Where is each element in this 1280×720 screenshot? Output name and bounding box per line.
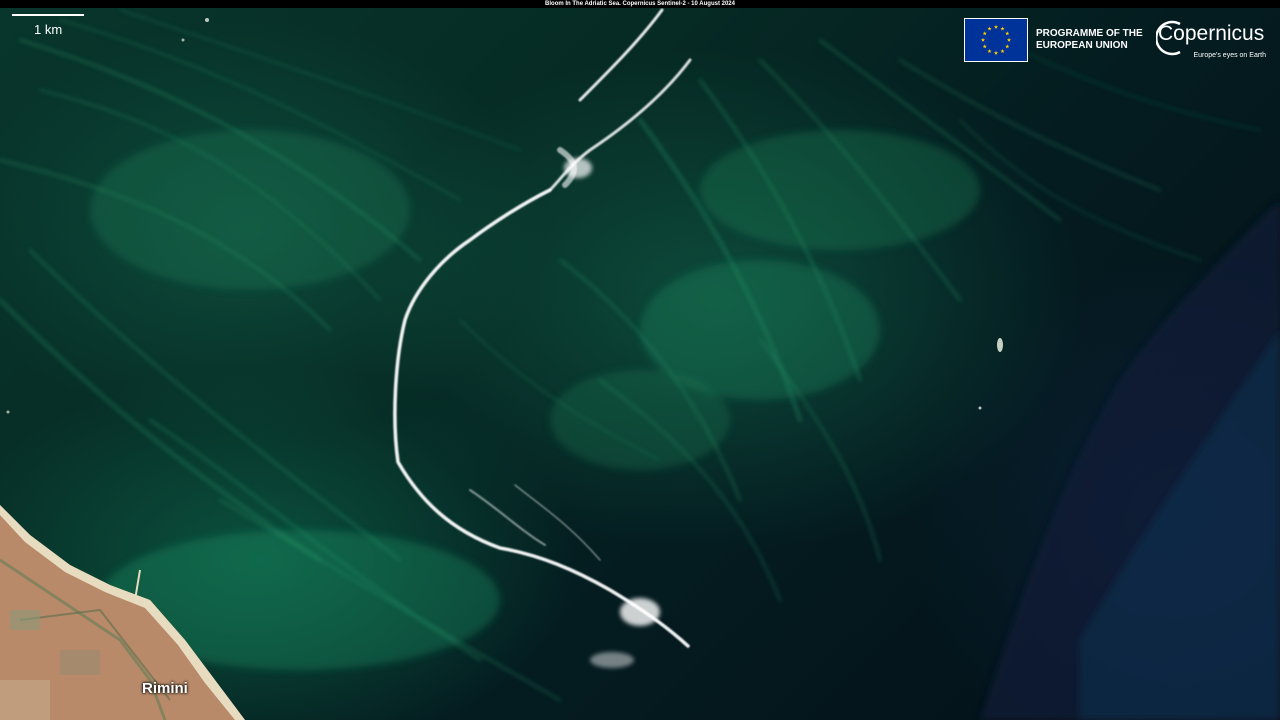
eu-star-icon: [982, 31, 987, 36]
city-label-rimini: Rimini: [142, 680, 188, 697]
eu-star-icon: [980, 37, 986, 42]
bloom-patches: [90, 130, 980, 670]
programme-line-1: PROGRAMME OF THE: [1036, 28, 1143, 39]
sea-surface: [0, 8, 1280, 720]
copernicus-logo: Copernicus Europe's eyes on Earth: [1156, 18, 1268, 62]
copernicus-tagline: Europe's eyes on Earth: [1193, 52, 1266, 59]
logo-area: PROGRAMME OF THE EUROPEAN UNION Copernic…: [964, 18, 1268, 62]
eu-star-icon: [1005, 44, 1010, 49]
image-caption: Bloom In The Adriatic Sea. Copernicus Se…: [0, 0, 1280, 8]
eu-star-icon: [1000, 26, 1005, 31]
copernicus-wordmark: Copernicus: [1158, 22, 1265, 45]
eu-flag-icon: [964, 18, 1028, 62]
eu-star-icon: [1006, 37, 1012, 42]
eu-star-icon: [987, 26, 992, 31]
programme-line-2: EUROPEAN UNION: [1036, 40, 1128, 51]
eu-star-icon: [993, 24, 999, 29]
eu-stars: [980, 24, 1012, 55]
scale-bar: 1 km: [12, 14, 84, 37]
scale-bar-label: 1 km: [34, 22, 63, 37]
eu-star-icon: [993, 50, 999, 55]
eu-star-icon: [987, 49, 992, 54]
satellite-image: Bloom In The Adriatic Sea. Copernicus Se…: [0, 0, 1280, 720]
programme-label: PROGRAMME OF THE EUROPEAN UNION: [1036, 28, 1148, 52]
eu-star-icon: [1000, 49, 1005, 54]
eu-star-icon: [1005, 31, 1010, 36]
scale-bar-line: [12, 14, 84, 16]
eu-star-icon: [982, 44, 987, 49]
deep-water: [980, 200, 1280, 720]
